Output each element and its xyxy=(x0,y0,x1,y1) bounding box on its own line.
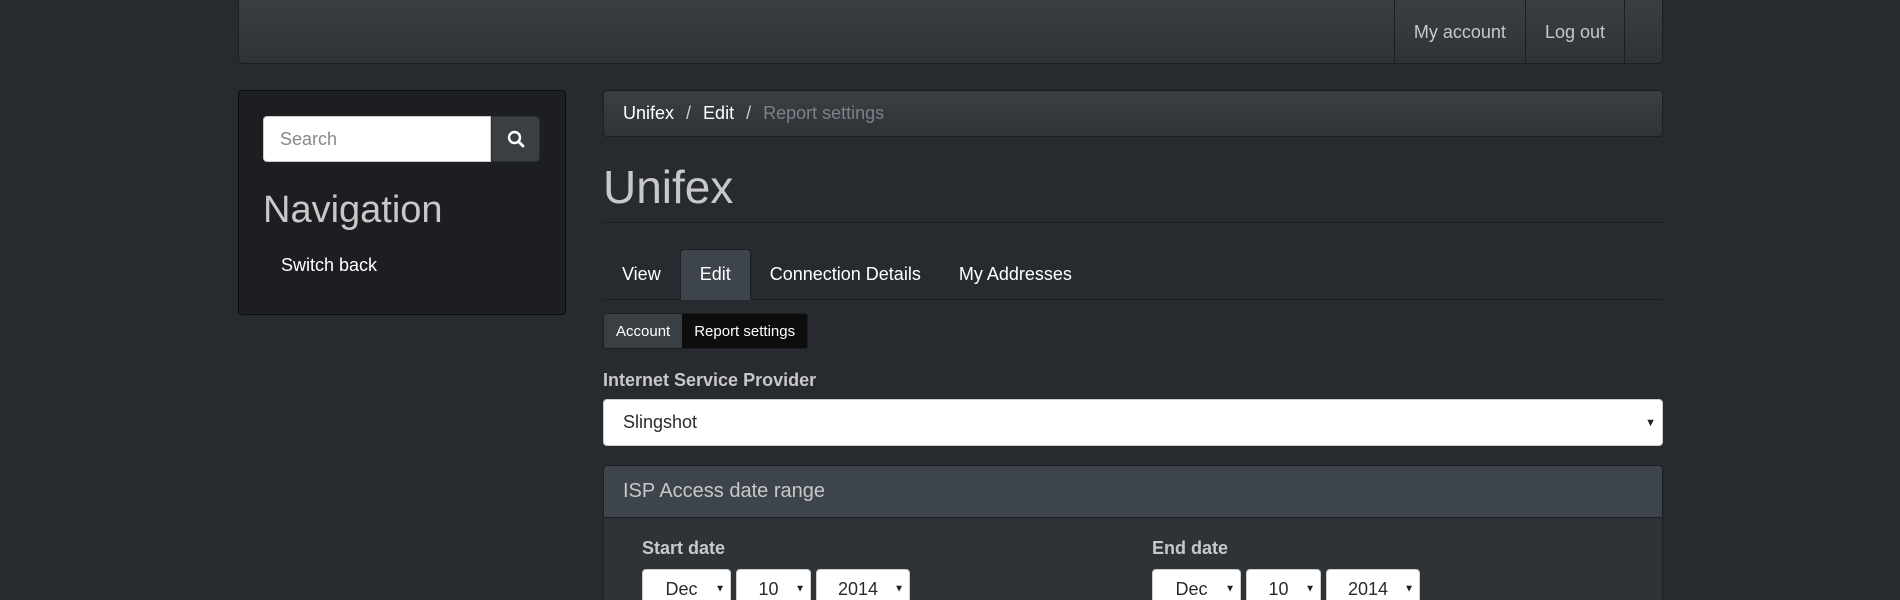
breadcrumb: Unifex / Edit / Report settings xyxy=(603,90,1663,137)
breadcrumb-separator: / xyxy=(746,103,752,123)
end-day-value: 10 xyxy=(1268,578,1289,599)
caret-down-icon: ▼ xyxy=(1404,583,1414,595)
caret-down-icon: ▼ xyxy=(1225,583,1235,595)
end-date-selects: Dec ▼ 10 ▼ 2014 ▼ xyxy=(1152,569,1420,600)
log-out-link[interactable]: Log out xyxy=(1524,0,1624,64)
start-day-value: 10 xyxy=(758,578,779,599)
page-title: Unifex xyxy=(603,161,734,213)
caret-down-icon: ▼ xyxy=(795,583,805,595)
end-month-value: Dec xyxy=(1175,578,1208,599)
end-year-select[interactable]: 2014 ▼ xyxy=(1326,569,1420,600)
start-date-label: Start date xyxy=(642,538,726,558)
secondary-tabs: Account Report settings xyxy=(603,313,809,349)
subtab-report-settings[interactable]: Report settings xyxy=(682,314,808,348)
navigation-heading: Navigation xyxy=(263,189,443,231)
isp-select[interactable]: Slingshot ▼ xyxy=(603,399,1663,446)
end-date-label: End date xyxy=(1152,538,1229,558)
subtab-account[interactable]: Account xyxy=(604,314,683,348)
top-navbar: My account Log out xyxy=(238,0,1663,64)
tab-connection-details[interactable]: Connection Details xyxy=(751,249,940,300)
search-input[interactable] xyxy=(263,116,491,162)
isp-select-value: Slingshot xyxy=(623,412,698,432)
end-day-select[interactable]: 10 ▼ xyxy=(1246,569,1321,600)
start-date-selects: Dec ▼ 10 ▼ 2014 ▼ xyxy=(642,569,910,600)
date-range-heading: ISP Access date range xyxy=(604,466,1662,518)
date-range-panel: ISP Access date range Start date Dec ▼ 1… xyxy=(603,465,1663,600)
breadcrumb-item-edit[interactable]: Edit xyxy=(703,103,734,124)
search-button[interactable] xyxy=(491,116,540,162)
start-month-select[interactable]: Dec ▼ xyxy=(642,569,731,600)
caret-down-icon: ▼ xyxy=(1645,416,1656,429)
breadcrumb-current: Report settings xyxy=(763,103,885,123)
start-day-select[interactable]: 10 ▼ xyxy=(736,569,811,600)
sidebar: Navigation Switch back xyxy=(238,90,566,315)
breadcrumb-item-unifex[interactable]: Unifex xyxy=(623,103,674,124)
tab-my-addresses[interactable]: My Addresses xyxy=(940,249,1091,300)
primary-tabs: View Edit Connection Details My Addresse… xyxy=(603,249,1663,300)
my-account-link[interactable]: My account xyxy=(1393,0,1525,64)
start-month-value: Dec xyxy=(665,578,698,599)
tab-view[interactable]: View xyxy=(603,249,680,300)
sidebar-search xyxy=(263,116,540,162)
navbar-right: My account Log out xyxy=(1393,0,1624,64)
start-year-select[interactable]: 2014 ▼ xyxy=(816,569,910,600)
start-year-value: 2014 xyxy=(837,578,879,599)
navbar-divider xyxy=(1624,0,1662,64)
end-month-select[interactable]: Dec ▼ xyxy=(1152,569,1241,600)
search-icon xyxy=(507,130,524,148)
caret-down-icon: ▼ xyxy=(715,583,725,595)
tab-edit[interactable]: Edit xyxy=(679,249,751,300)
caret-down-icon: ▼ xyxy=(1305,583,1315,595)
sidebar-item-switch-back[interactable]: Switch back xyxy=(281,255,377,276)
end-year-value: 2014 xyxy=(1347,578,1389,599)
breadcrumb-separator: / xyxy=(686,103,692,123)
isp-label: Internet Service Provider xyxy=(603,370,817,390)
caret-down-icon: ▼ xyxy=(894,583,904,595)
title-divider xyxy=(603,222,1663,223)
